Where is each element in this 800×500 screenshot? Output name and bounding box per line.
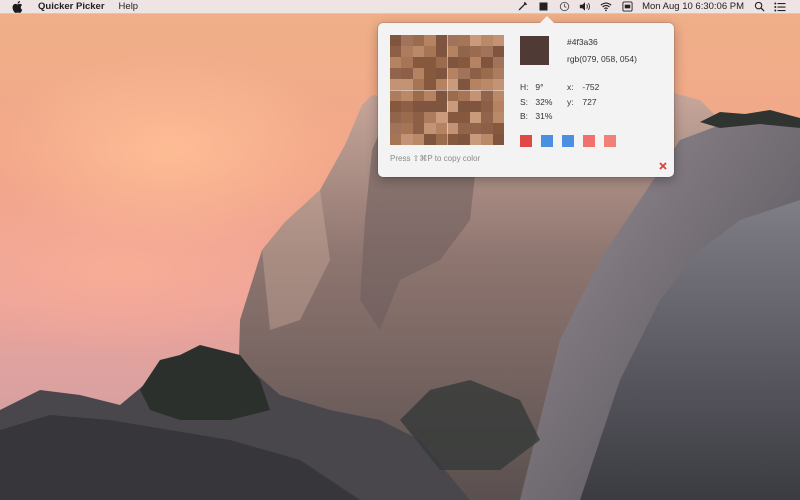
color-history: [520, 135, 616, 147]
spotlight-icon[interactable]: [753, 1, 765, 12]
hue-row: H: 9°: [520, 82, 544, 92]
app-menu[interactable]: Quicker Picker: [38, 1, 105, 12]
wifi-icon[interactable]: [600, 1, 612, 12]
apple-menu-icon[interactable]: [12, 0, 24, 13]
stop-icon[interactable]: [537, 1, 549, 12]
history-swatch[interactable]: [604, 135, 616, 147]
menubar-clock[interactable]: Mon Aug 10 6:30:06 PM: [642, 1, 744, 12]
help-menu[interactable]: Help: [119, 1, 139, 12]
history-swatch[interactable]: [541, 135, 553, 147]
saturation-row: S: 32%: [520, 96, 553, 107]
user-badge-icon[interactable]: [621, 1, 633, 12]
current-color-swatch: [520, 36, 549, 65]
pixel-magnifier: [390, 35, 504, 145]
rgb-value[interactable]: rgb(079, 058, 054): [567, 54, 637, 64]
y-value: 727: [582, 96, 597, 107]
color-picker-popover: Press ⇧⌘P to copy color #4f3a36 rgb(079,…: [378, 16, 674, 177]
coordinate-values: x: -752 y: 727: [567, 80, 599, 109]
hue-value: 9°: [535, 82, 544, 92]
x-row: x: -752: [567, 82, 600, 92]
close-icon[interactable]: [659, 157, 667, 170]
eyedropper-icon[interactable]: [516, 1, 528, 12]
menu-bar: Quicker Picker Help Mon Aug 10 6:30:06 P…: [0, 0, 800, 14]
hsb-values: H: 9° S: 32% B: 31%: [520, 80, 552, 124]
history-swatch[interactable]: [583, 135, 595, 147]
brightness-row: B: 31%: [520, 111, 553, 121]
saturation-value: 32%: [535, 96, 553, 107]
notification-center-icon[interactable]: [774, 1, 786, 12]
x-value: -752: [582, 82, 600, 92]
hex-value[interactable]: #4f3a36: [567, 37, 598, 47]
brightness-value: 31%: [535, 111, 553, 121]
y-row: y: 727: [567, 96, 597, 107]
copy-hint: Press ⇧⌘P to copy color: [390, 154, 481, 163]
history-swatch[interactable]: [520, 135, 532, 147]
time-machine-icon[interactable]: [558, 1, 570, 12]
volume-icon[interactable]: [579, 1, 591, 12]
history-swatch[interactable]: [562, 135, 574, 147]
